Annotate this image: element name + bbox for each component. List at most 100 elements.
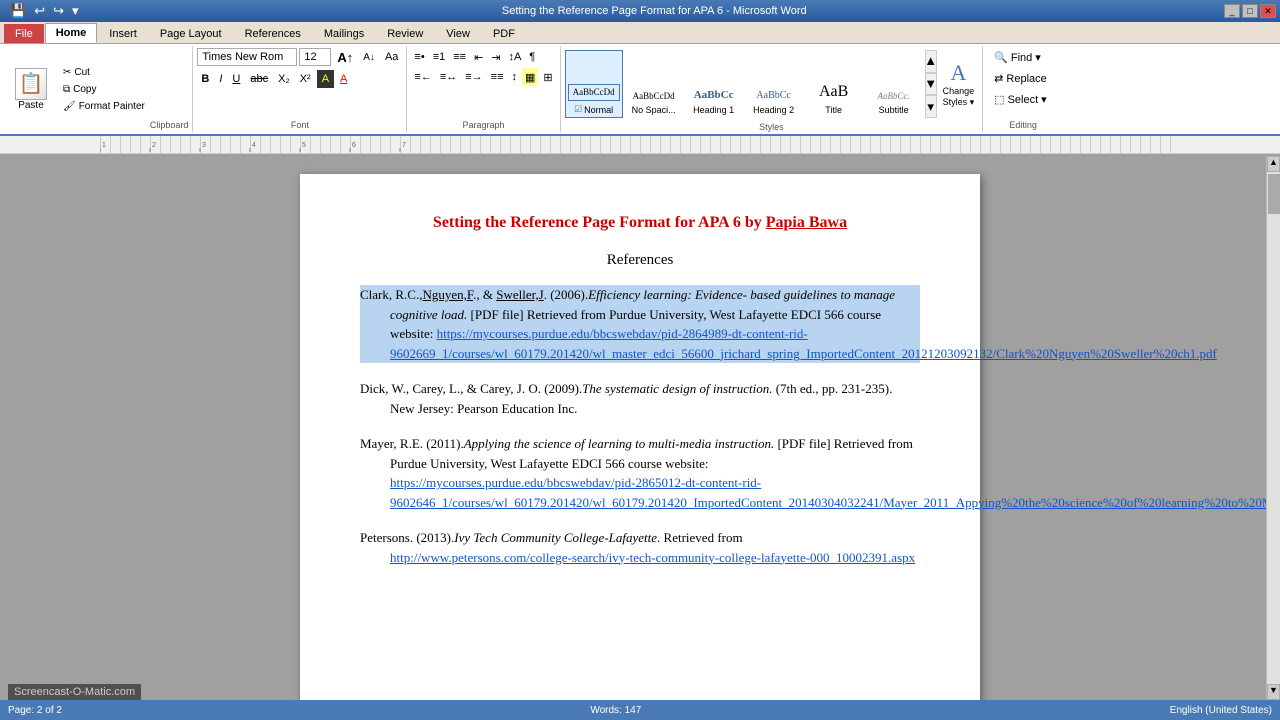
doc-title: Setting the Reference Page Format for AP… <box>360 214 920 232</box>
shrink-font-button[interactable]: A↓ <box>359 48 379 66</box>
scissors-icon: ✂ <box>63 67 71 78</box>
clipboard-group-label: Clipboard <box>150 118 189 130</box>
style-subtitle-preview: AaBbCc. <box>868 89 920 103</box>
select-button[interactable]: ⬚ Select ▾ <box>987 90 1054 109</box>
replace-button[interactable]: ⇄ Replace <box>987 69 1054 88</box>
grow-font-button[interactable]: A↑ <box>333 48 357 66</box>
justify-button[interactable]: ≡≡ <box>488 68 507 86</box>
search-icon: 🔍 <box>994 51 1008 64</box>
bold-button[interactable]: B <box>197 70 213 88</box>
strikethrough-button[interactable]: abc <box>246 70 272 88</box>
multilevel-button[interactable]: ≡≡ <box>450 48 469 66</box>
ref2-title: The systematic design of instruction. <box>582 381 772 396</box>
scroll-thumb[interactable] <box>1268 174 1280 214</box>
status-bar: Page: 2 of 2 Words: 147 English (United … <box>0 700 1280 720</box>
font-name-input[interactable] <box>197 48 297 66</box>
svg-text:2: 2 <box>152 142 156 149</box>
svg-text:6: 6 <box>352 142 356 149</box>
font-color-button[interactable]: A <box>336 70 351 88</box>
style-heading2[interactable]: AaBbCc Heading 2 <box>745 50 803 118</box>
text-highlight-button[interactable]: A <box>317 70 334 88</box>
ref1-url[interactable]: https://mycourses.purdue.edu/bbcswebdav/… <box>390 326 1217 361</box>
line-spacing-button[interactable]: ↕ <box>509 68 521 86</box>
tab-insert[interactable]: Insert <box>98 24 148 43</box>
format-painter-icon: 🖌 <box>63 101 76 112</box>
tab-home[interactable]: Home <box>45 23 98 43</box>
editing-group-label: Editing <box>987 118 1059 130</box>
style-subtitle[interactable]: AaBbCc. Subtitle <box>865 50 923 118</box>
tab-mailings[interactable]: Mailings <box>313 24 375 43</box>
change-styles-button[interactable]: A ChangeStyles ▾ <box>939 56 979 112</box>
sort-button[interactable]: ↕A <box>506 48 525 66</box>
clipboard-small-buttons: ✂ Cut ⧉ Copy 🖌 Format Painter <box>54 48 150 130</box>
clear-format-button[interactable]: Aa <box>381 48 402 66</box>
align-left-button[interactable]: ≡← <box>411 68 434 86</box>
svg-text:3: 3 <box>202 142 206 149</box>
vertical-scrollbar[interactable]: ▲ ▼ <box>1266 156 1280 700</box>
copy-button[interactable]: ⧉ Copy <box>58 82 150 97</box>
reference-entry-3: Mayer, R.E. (2011).Applying the science … <box>360 434 920 512</box>
underline-button[interactable]: U <box>228 70 244 88</box>
editing-group: 🔍 Find ▾ ⇄ Replace ⬚ Select ▾ Editing <box>983 46 1063 132</box>
svg-text:1: 1 <box>102 142 106 149</box>
styles-group: AaBbCcDd ☑ Normal AaBbCcDd No Spaci... A… <box>561 46 984 132</box>
reference-entry-4: Petersons. (2013).Ivy Tech Community Col… <box>360 528 920 567</box>
styles-scroll-down[interactable]: ▼ <box>925 73 937 96</box>
find-dropdown-icon: ▾ <box>1035 51 1041 64</box>
quick-access-toolbar: 💾 ↩ ↪ ▾ <box>4 1 85 21</box>
border-button[interactable]: ⊞ <box>540 68 555 86</box>
style-normal-preview: AaBbCcDd <box>568 84 620 101</box>
font-group-label: Font <box>197 118 402 130</box>
minimize-btn[interactable]: _ <box>1224 4 1240 18</box>
scroll-down-arrow[interactable]: ▼ <box>1267 684 1280 700</box>
paste-button[interactable]: 📋 Paste <box>8 48 54 130</box>
decrease-indent-button[interactable]: ⇤ <box>471 48 486 66</box>
ref4-url[interactable]: http://www.petersons.com/college-search/… <box>390 550 915 565</box>
styles-more[interactable]: ▾ <box>925 95 937 118</box>
select-dropdown-icon: ▾ <box>1041 93 1047 106</box>
restore-btn[interactable]: □ <box>1242 4 1258 18</box>
undo-btn[interactable]: ↩ <box>32 1 47 21</box>
style-heading1-preview: AaBbCc <box>688 87 740 103</box>
style-no-spacing[interactable]: AaBbCcDd No Spaci... <box>625 50 683 118</box>
style-normal[interactable]: AaBbCcDd ☑ Normal <box>565 50 623 118</box>
customize-btn[interactable]: ▾ <box>70 1 81 21</box>
tab-references[interactable]: References <box>234 24 312 43</box>
styles-scroll-up[interactable]: ▲ <box>925 50 937 73</box>
select-icon: ⬚ <box>994 93 1004 106</box>
language: English (United States) <box>1170 705 1272 716</box>
ribbon-tabs: File Home Insert Page Layout References … <box>0 22 1280 44</box>
cut-button[interactable]: ✂ Cut <box>58 65 150 80</box>
save-btn[interactable]: 💾 <box>8 1 28 21</box>
tab-review[interactable]: Review <box>376 24 434 43</box>
align-right-button[interactable]: ≡→ <box>462 68 485 86</box>
scroll-up-arrow[interactable]: ▲ <box>1267 156 1280 172</box>
ruler: 1 2 3 4 5 6 7 <box>0 136 1280 154</box>
ref3-url[interactable]: https://mycourses.purdue.edu/bbcswebdav/… <box>390 475 1280 510</box>
bullets-button[interactable]: ≡• <box>411 48 427 66</box>
show-marks-button[interactable]: ¶ <box>526 48 538 66</box>
format-painter-button[interactable]: 🖌 Format Painter <box>58 99 150 114</box>
shading-button[interactable]: ▦ <box>522 68 538 86</box>
style-title[interactable]: AaB Title <box>805 50 863 118</box>
italic-button[interactable]: I <box>215 70 226 88</box>
screencast-watermark: Screencast-O-Matic.com <box>8 684 141 700</box>
tab-pdf[interactable]: PDF <box>482 24 526 43</box>
find-button[interactable]: 🔍 Find ▾ <box>987 48 1048 67</box>
style-heading1[interactable]: AaBbCc Heading 1 <box>685 50 743 118</box>
subscript-button[interactable]: X₂ <box>274 70 294 88</box>
tab-view[interactable]: View <box>435 24 481 43</box>
close-btn[interactable]: ✕ <box>1260 4 1276 18</box>
superscript-button[interactable]: X² <box>296 70 315 88</box>
style-subtitle-label: Subtitle <box>879 105 909 115</box>
tab-file[interactable]: File <box>4 24 44 43</box>
increase-indent-button[interactable]: ⇥ <box>488 48 503 66</box>
paragraph-group-label: Paragraph <box>411 118 555 130</box>
checkbox-icon: ☑ <box>574 104 582 115</box>
tab-page-layout[interactable]: Page Layout <box>149 24 233 43</box>
numbering-button[interactable]: ≡1 <box>430 48 449 66</box>
redo-btn[interactable]: ↪ <box>51 1 66 21</box>
align-center-button[interactable]: ≡↔ <box>437 68 460 86</box>
style-heading1-label: Heading 1 <box>693 105 734 115</box>
font-size-input[interactable] <box>299 48 331 66</box>
